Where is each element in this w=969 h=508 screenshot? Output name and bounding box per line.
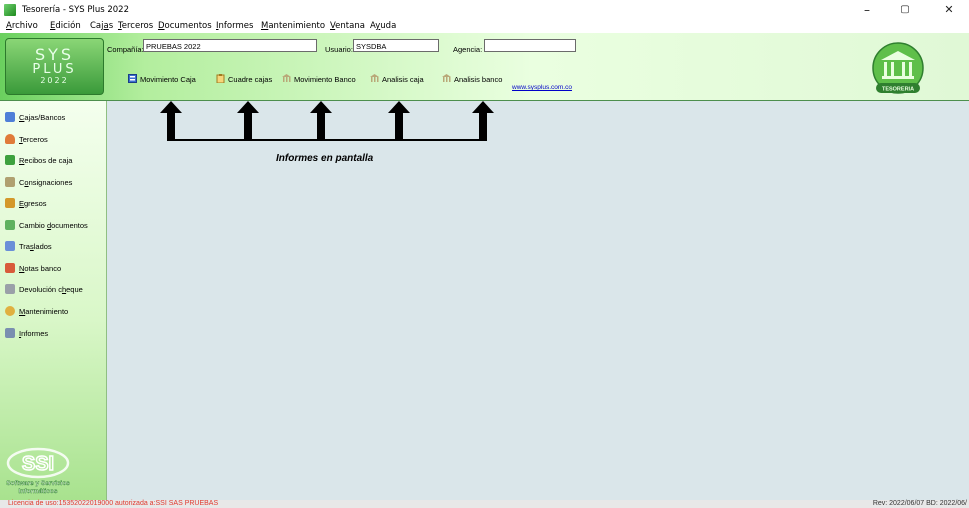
menu-cajas[interactable]: Cajas <box>90 21 113 31</box>
sidebar-item-consignaciones[interactable]: Consignaciones <box>5 176 72 189</box>
money-icon <box>5 198 15 208</box>
analisis-banco-button[interactable]: Analisis banco <box>442 74 502 86</box>
usuario-field[interactable]: SYSDBA <box>353 39 439 52</box>
tesoreria-badge: TESORERIA <box>882 87 914 93</box>
revision-text: Rev: 2022/06/07 BD: 2022/06/ <box>872 500 967 507</box>
app-icon <box>4 4 16 16</box>
menu-ayuda[interactable]: Ayuda <box>370 21 396 31</box>
movimiento-banco-button[interactable]: Movimiento Banco <box>282 74 356 86</box>
maximize-button[interactable]: ▢ <box>890 2 920 18</box>
svg-text:Software y Servicios: Software y Servicios <box>6 480 70 487</box>
person-icon <box>5 134 15 144</box>
menu-ventana[interactable]: Ventana <box>330 21 365 31</box>
title-bar: Tesorería - SYS Plus 2022 – ▢ ✕ <box>0 0 969 20</box>
ssi-logo: SSI Software y Servicios Informáticos <box>4 441 100 496</box>
close-button[interactable]: ✕ <box>934 2 964 18</box>
tesoreria-logo: TESORERIA <box>867 42 929 96</box>
bank-icon <box>370 74 379 83</box>
sidebar-item-egresos[interactable]: Egresos <box>5 197 47 210</box>
annotation-label: Informes en pantalla <box>276 153 374 164</box>
bank-icon <box>442 74 451 83</box>
menu-archivo[interactable]: Archivo <box>6 21 38 31</box>
compania-label: Compañía: <box>107 45 144 54</box>
gear-icon <box>5 306 15 316</box>
agencia-label: Agencia: <box>453 45 483 54</box>
money-icon <box>5 155 15 165</box>
header-panel: SYS PLUS 2022 Compañía: PRUEBAS 2022 Usu… <box>0 33 969 101</box>
sidebar-item-cambio-documentos[interactable]: Cambio documentos <box>5 219 88 232</box>
sidebar-item-traslados[interactable]: Traslados <box>5 240 52 253</box>
sidebar-item-notas-banco[interactable]: Notas banco <box>5 262 61 275</box>
notes-icon <box>5 263 15 273</box>
sidebar-item-devolucion-cheque[interactable]: Devolución cheque <box>5 283 83 296</box>
ledger-icon <box>5 112 15 122</box>
printer-icon <box>5 328 15 338</box>
menu-documentos[interactable]: Documentos <box>158 21 212 31</box>
menu-terceros[interactable]: Terceros <box>118 21 153 31</box>
status-bar: Licencia de uso:15352022019000 autorizad… <box>0 500 969 508</box>
menu-edicion[interactable]: Edición <box>50 21 81 31</box>
movimiento-caja-button[interactable]: Movimiento Caja <box>128 74 196 86</box>
usuario-label: Usuario: <box>325 45 353 54</box>
license-text: Licencia de uso:15352022019000 autorizad… <box>8 500 219 507</box>
exchange-icon <box>5 220 15 230</box>
sidebar: Cajas/Bancos Terceros Recibos de caja Co… <box>0 101 107 500</box>
return-icon <box>5 284 15 294</box>
ledger-icon <box>128 74 137 83</box>
website-link[interactable]: www.sysplus.com.co <box>512 84 572 91</box>
agencia-field[interactable] <box>484 39 576 52</box>
bank-icon <box>5 177 15 187</box>
sysplus-logo: SYS PLUS 2022 <box>5 38 104 95</box>
svg-text:Informáticos: Informáticos <box>18 488 57 495</box>
arrows-annotation <box>160 101 494 141</box>
clipboard-icon <box>216 74 225 84</box>
compania-field[interactable]: PRUEBAS 2022 <box>143 39 317 52</box>
menu-mantenimiento[interactable]: Mantenimiento <box>261 21 325 31</box>
sidebar-item-cajas-bancos[interactable]: Cajas/Bancos <box>5 111 65 124</box>
transfer-icon <box>5 241 15 251</box>
window-title: Tesorería - SYS Plus 2022 <box>22 5 130 15</box>
menu-bar: Archivo Edición Cajas Terceros Documento… <box>0 20 969 33</box>
analisis-caja-button[interactable]: Analisis caja <box>370 74 424 86</box>
minimize-button[interactable]: – <box>852 2 882 18</box>
bank-icon <box>282 74 291 83</box>
main-content-area: Informes en pantalla <box>107 101 969 500</box>
sidebar-item-recibos-caja[interactable]: Recibos de caja <box>5 154 72 167</box>
svg-text:SSI: SSI <box>22 453 54 475</box>
sidebar-item-informes[interactable]: Informes <box>5 327 48 340</box>
cuadre-cajas-button[interactable]: Cuadre cajas <box>216 74 272 86</box>
sidebar-item-mantenimiento[interactable]: Mantenimiento <box>5 305 68 318</box>
sidebar-item-terceros[interactable]: Terceros <box>5 133 48 146</box>
menu-informes[interactable]: Informes <box>216 21 253 31</box>
